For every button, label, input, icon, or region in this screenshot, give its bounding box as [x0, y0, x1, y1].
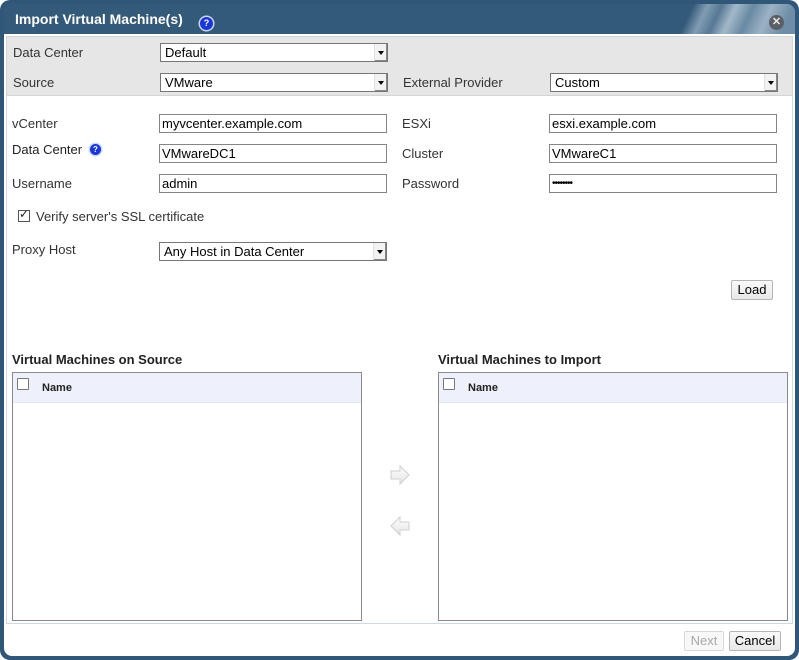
- import-form-panel: vCenter myvcenter.example.com ESXi esxi.…: [6, 96, 793, 624]
- dialog-body: Data Center Default Source VMware Extern…: [4, 34, 795, 656]
- source-select-all-checkbox[interactable]: [17, 378, 29, 390]
- source-grid-header: Name: [13, 373, 361, 403]
- password-input[interactable]: ••••••••: [549, 174, 777, 193]
- import-vm-dialog: Import Virtual Machine(s) ? ✕ Data Cente…: [0, 0, 799, 660]
- data-center-select-value: Default: [165, 45, 207, 60]
- dialog-title: Import Virtual Machine(s): [15, 11, 183, 27]
- proxy-host-select-value: Any Host in Data Center: [164, 244, 305, 259]
- chevron-down-icon: [374, 44, 387, 61]
- external-provider-label: External Provider: [403, 75, 503, 90]
- vmware-data-center-input[interactable]: VMwareDC1: [159, 144, 387, 163]
- source-name-column-header[interactable]: Name: [42, 382, 72, 394]
- username-input[interactable]: admin: [159, 174, 387, 193]
- chevron-down-icon: [374, 74, 387, 91]
- remove-from-import-arrow-icon[interactable]: [389, 515, 411, 537]
- help-icon[interactable]: ?: [90, 144, 101, 155]
- esxi-input[interactable]: esxi.example.com: [549, 114, 777, 133]
- cluster-input[interactable]: VMwareC1: [549, 144, 777, 163]
- external-provider-select[interactable]: Custom: [550, 73, 778, 92]
- proxy-host-label: Proxy Host: [12, 242, 76, 257]
- close-icon[interactable]: ✕: [769, 15, 784, 30]
- source-select[interactable]: VMware: [160, 73, 388, 92]
- add-to-import-arrow-icon[interactable]: [389, 464, 411, 486]
- import-list-title: Virtual Machines to Import: [438, 352, 602, 367]
- esxi-label: ESXi: [402, 116, 431, 131]
- source-list-title: Virtual Machines on Source: [12, 352, 183, 367]
- data-center-label: Data Center: [13, 45, 84, 60]
- vcenter-label: vCenter: [12, 116, 58, 131]
- help-icon[interactable]: ?: [200, 17, 213, 30]
- data-center-select[interactable]: Default: [160, 43, 388, 62]
- chevron-down-icon: [373, 243, 386, 260]
- vcenter-input[interactable]: myvcenter.example.com: [159, 114, 387, 133]
- verify-ssl-checkbox[interactable]: [18, 207, 30, 222]
- import-select-all-checkbox[interactable]: [443, 378, 455, 390]
- password-label: Password: [402, 176, 460, 191]
- import-name-column-header[interactable]: Name: [468, 382, 498, 394]
- cancel-button[interactable]: Cancel: [729, 631, 781, 651]
- load-button[interactable]: Load: [731, 280, 773, 300]
- cluster-label: Cluster: [402, 146, 444, 161]
- verify-ssl-label: Verify server's SSL certificate: [36, 209, 205, 224]
- username-label: Username: [12, 176, 72, 191]
- source-vm-grid: Name: [12, 372, 362, 621]
- source-selection-panel: Data Center Default Source VMware Extern…: [6, 36, 793, 96]
- source-label: Source: [13, 75, 55, 90]
- import-vm-grid: Name: [438, 372, 788, 621]
- proxy-host-select[interactable]: Any Host in Data Center: [159, 242, 387, 261]
- vmware-data-center-label: Data Center: [12, 142, 83, 157]
- next-button[interactable]: Next: [684, 631, 724, 651]
- dialog-titlebar: Import Virtual Machine(s) ? ✕: [4, 4, 795, 34]
- source-select-value: VMware: [165, 75, 213, 90]
- external-provider-select-value: Custom: [555, 75, 600, 90]
- chevron-down-icon: [764, 74, 777, 91]
- import-grid-header: Name: [439, 373, 787, 403]
